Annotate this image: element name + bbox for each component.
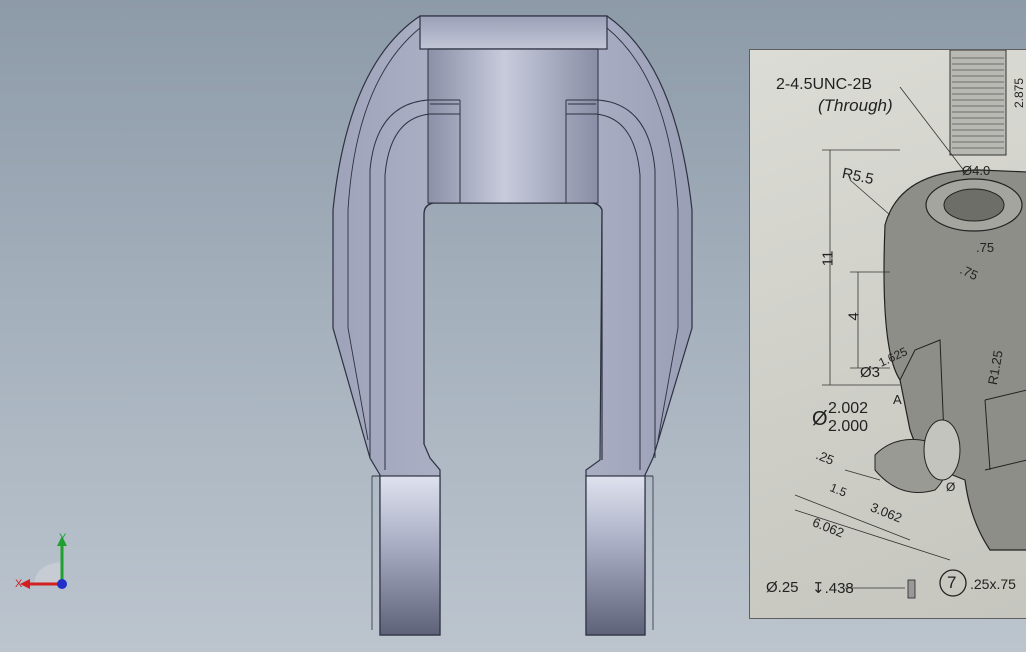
callout-chamfer: .25x.75 (970, 576, 1016, 592)
callout-dia-3: Ø3 (860, 364, 881, 381)
callout-11: 11 (819, 250, 837, 267)
callout-dia-small: Ø (946, 480, 956, 494)
threaded-boss[interactable] (427, 48, 599, 204)
reference-drawing-image: 2-4.5UNC-2B (Through) 2.875 R5.5 Ø4.0 11… (749, 49, 1026, 619)
callout-2000: 2.000 (828, 418, 869, 435)
callout-4: 4 (845, 312, 863, 321)
triad-y-label: Y (59, 532, 67, 544)
callout-2002: 2.002 (828, 400, 869, 417)
triad-x-label: X (15, 578, 23, 590)
callout-hole-dia: Ø.25 (766, 579, 799, 596)
callout-thread: 2-4.5UNC-2B (776, 76, 873, 93)
callout-balloon-number: 7 (947, 573, 957, 592)
graphics-viewport[interactable]: 2-4.5UNC-2B (Through) 2.875 R5.5 Ø4.0 11… (0, 0, 1026, 652)
callout-hole-depth: ↧.438 (812, 580, 854, 597)
left-eye-boss[interactable] (379, 475, 441, 636)
yoke-slot-outline (423, 202, 603, 460)
callout-a: A (893, 392, 902, 407)
callout-2875: 2.875 (1012, 77, 1026, 108)
callout-dia-symbol: Ø (812, 408, 828, 430)
callout-75a: .75 (976, 240, 995, 255)
boss-top-face[interactable] (419, 15, 608, 50)
callout-dia-4: Ø4.0 (962, 163, 991, 178)
drawing-linework (794, 50, 1026, 599)
callout-through: (Through) (818, 96, 893, 115)
view-triad[interactable]: Y X (14, 530, 76, 600)
right-eye-boss[interactable] (585, 475, 646, 636)
